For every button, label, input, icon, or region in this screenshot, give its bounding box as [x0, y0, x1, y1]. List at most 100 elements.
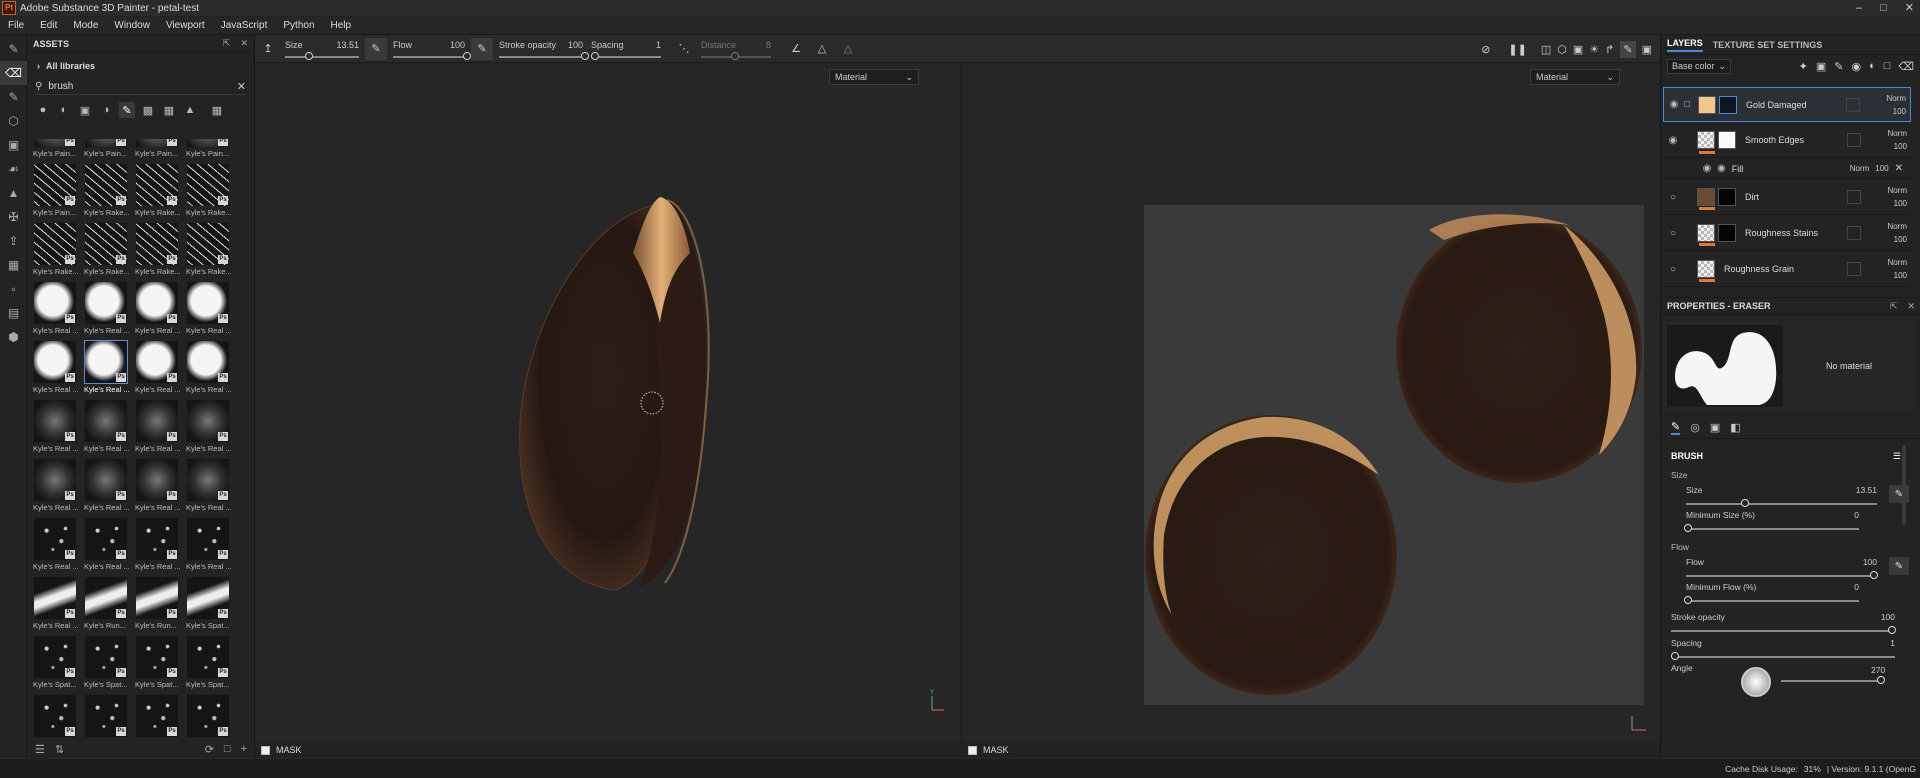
size-property[interactable]: Size 13.51 — [1661, 485, 1911, 507]
asset-item[interactable]: Ps Kyle's Real ... — [135, 458, 181, 515]
asset-item[interactable]: Ps Kyle's Pain... — [33, 163, 79, 220]
menu-javascript[interactable]: JavaScript — [221, 20, 268, 31]
close-icon[interactable]: ✕ — [1905, 0, 1914, 17]
eye-icon[interactable]: ○ — [1663, 228, 1683, 239]
add-effect-icon[interactable]: ✦ — [1799, 60, 1808, 73]
asset-item[interactable]: Ps Kyle's Pain... — [33, 139, 79, 161]
tab-texture-set-settings[interactable]: TEXTURE SET SETTINGS — [1713, 40, 1823, 50]
asset-item[interactable]: Ps Kyle's Real ... — [186, 517, 232, 574]
asset-item[interactable]: Ps Kyle's Rake... — [84, 163, 130, 220]
add-mask-icon[interactable]: ▣ — [1816, 60, 1826, 73]
filter-mask-icon[interactable]: ◑ — [98, 102, 114, 118]
eraser-icon[interactable]: ⌫ — [0, 61, 27, 85]
symmetry-icon[interactable]: △ — [811, 38, 833, 60]
blend-mode[interactable]: Norm — [1887, 129, 1907, 138]
close-panel-icon[interactable]: ✕ — [240, 38, 248, 49]
asset-item[interactable]: Ps Kyle's Real ... — [186, 281, 232, 338]
menu-python[interactable]: Python — [283, 20, 314, 31]
distance-slider-knob[interactable] — [731, 51, 739, 60]
flow-slider-knob[interactable] — [463, 51, 471, 60]
delete-layer-icon[interactable]: ⌫ — [1898, 60, 1914, 73]
pause-icon[interactable]: ❚❚ — [1508, 43, 1526, 56]
brush-tab-icon[interactable]: ✎ — [1671, 420, 1681, 435]
menu-file[interactable]: File — [8, 20, 24, 31]
asset-item[interactable]: Ps Kyle's Rake... — [186, 163, 232, 220]
effect-opacity[interactable]: 100 — [1875, 164, 1888, 173]
lighting-icon[interactable]: ☀ — [1589, 43, 1599, 56]
angle-knob[interactable] — [1877, 676, 1885, 684]
asset-item[interactable]: Ps Kyle's Real ... — [33, 458, 79, 515]
layer-opacity[interactable]: 100 — [1894, 271, 1907, 280]
asset-item[interactable]: Ps Kyle's Run... — [84, 576, 130, 633]
projection-icon[interactable]: ✎ — [0, 85, 27, 109]
asset-item[interactable]: Ps Kyle's Real ... — [33, 340, 79, 397]
camera-icon[interactable]: ▣ — [1573, 43, 1583, 56]
document-icon[interactable]: ▤ — [0, 301, 27, 325]
screenshot-icon[interactable]: ▣ — [1642, 43, 1652, 56]
projection-tool-icon[interactable]: ↱ — [1605, 43, 1614, 56]
asset-item[interactable]: PsKyle's Spat... — [33, 635, 79, 692]
asset-item[interactable]: Ps Kyle's Real ... — [135, 340, 181, 397]
asset-item[interactable]: Ps Kyle's Rake... — [135, 222, 181, 279]
blend-mode[interactable]: Norm — [1850, 164, 1870, 173]
asset-item[interactable]: Ps Kyle's Real ... — [135, 281, 181, 338]
spacing-slider-knob[interactable] — [591, 51, 599, 60]
layer-opacity[interactable]: 100 — [1894, 235, 1907, 244]
asset-item[interactable]: Ps Kyle's Real ... — [84, 458, 130, 515]
mask-thumbnail[interactable] — [1719, 95, 1737, 114]
asset-item[interactable]: Ps Kyle's Real ... — [186, 399, 232, 456]
paint-brush-icon[interactable]: ✎ — [0, 37, 27, 61]
history-icon[interactable]: ▫ — [0, 277, 27, 301]
asset-item[interactable]: PsKyle's Spat... — [33, 694, 79, 739]
viewport-2d-mode-select[interactable]: Material ⌄ — [1530, 69, 1620, 85]
spacing-property[interactable]: Spacing 1 — [1661, 638, 1911, 660]
layer-option-box[interactable] — [1847, 190, 1861, 204]
float-icon[interactable]: ⇱ — [1890, 301, 1898, 312]
flow-control[interactable]: Flow 100 — [389, 35, 471, 63]
polygon-fill-icon[interactable]: ▣ — [0, 133, 27, 157]
menu-viewport[interactable]: Viewport — [166, 20, 205, 31]
spacing-control[interactable]: Spacing 1 — [587, 35, 665, 63]
stroke-opacity-property[interactable]: Stroke opacity 100 — [1661, 612, 1911, 634]
channel-select[interactable]: Base color ⌄ — [1667, 58, 1731, 74]
add-paint-layer-icon[interactable]: ✎ — [1834, 60, 1843, 73]
filter-texture-icon[interactable]: ▣ — [77, 102, 93, 118]
asset-item[interactable]: Ps Kyle's Rake... — [33, 222, 79, 279]
geometry-fill-icon[interactable]: ⬡ — [0, 109, 27, 133]
add-fill-layer-icon[interactable]: ◉ — [1852, 60, 1862, 73]
asset-item[interactable]: PsKyle's Spat... — [84, 635, 130, 692]
layer-opacity[interactable]: 100 — [1893, 107, 1906, 116]
clone-stamp-icon[interactable]: ▲ — [0, 181, 27, 205]
view-mode-icon[interactable]: ◫ — [1541, 43, 1551, 56]
viewport-3d[interactable]: Material ⌄ Y MASK — [255, 63, 961, 758]
asset-item[interactable]: Ps Kyle's Rake... — [135, 163, 181, 220]
asset-item[interactable]: Ps Kyle's Real ... — [84, 517, 130, 574]
mask-checkbox-2d[interactable] — [968, 745, 977, 755]
layer-opacity[interactable]: 100 — [1894, 142, 1907, 151]
filter-material-icon[interactable]: ● — [35, 102, 51, 118]
asset-item[interactable]: Ps Kyle's Real ... — [33, 399, 79, 456]
add-folder-icon[interactable]: □ — [1884, 60, 1891, 73]
material-tab-icon[interactable]: ◧ — [1730, 421, 1740, 434]
asset-item[interactable]: Ps Kyle's Run... — [135, 576, 181, 633]
eye-icon[interactable]: ○ — [1663, 192, 1683, 203]
blend-mode[interactable]: Norm — [1887, 258, 1907, 267]
angle-icon[interactable]: ∠ — [785, 38, 807, 60]
clear-search-icon[interactable]: ✕ — [237, 80, 246, 93]
brush-menu-icon[interactable]: ☰ — [1893, 451, 1901, 462]
asset-item[interactable]: Ps Kyle's Rake... — [84, 222, 130, 279]
stroke-path-icon[interactable]: ⋱ — [673, 38, 695, 60]
asset-item[interactable]: Ps Kyle's Real ... — [33, 576, 79, 633]
angle-dial[interactable] — [1741, 667, 1771, 697]
asset-item[interactable]: Ps Kyle's Pain... — [135, 139, 181, 161]
asset-item[interactable]: Ps Kyle's Real ... — [186, 340, 232, 397]
minimum-size-property[interactable]: Minimum Size (%) 0 — [1661, 510, 1911, 532]
minimum-flow-knob[interactable] — [1684, 596, 1692, 604]
blend-mode[interactable]: Norm — [1886, 94, 1906, 103]
export-icon[interactable]: ⇪ — [0, 229, 27, 253]
uv-texture-canvas[interactable] — [1144, 205, 1644, 705]
stroke-opacity-control[interactable]: Stroke opacity 100 — [495, 35, 589, 63]
asset-item[interactable]: Ps Kyle's Pain... — [84, 139, 130, 161]
filter-environment-icon[interactable]: ▲ — [182, 102, 198, 118]
layer-gold-damaged[interactable]: ◉ □ Gold Damaged Norm 100 — [1663, 87, 1911, 122]
